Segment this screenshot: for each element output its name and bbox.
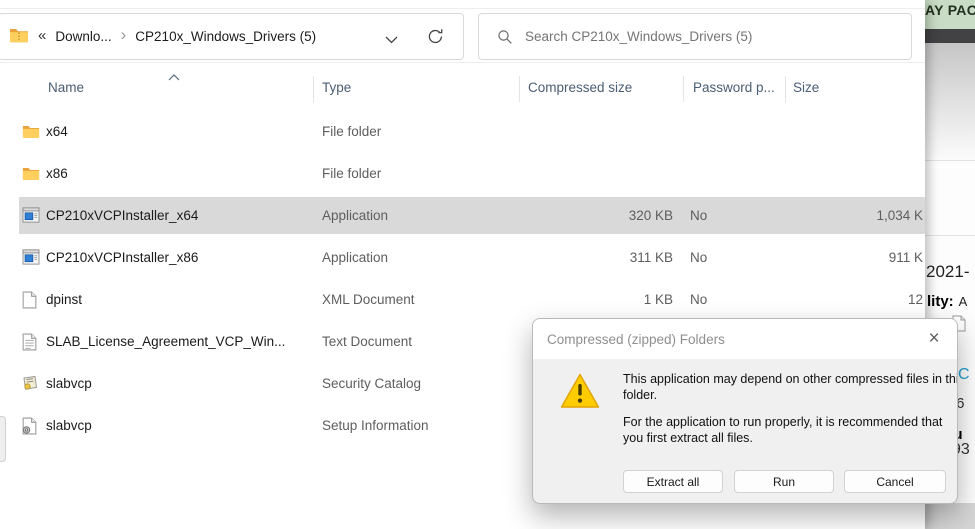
folder-icon [22,123,40,141]
screenshot-root: AY PACK 2021- lity:A C .6 su 93 « Downlo… [0,0,975,529]
column-header-password-protected[interactable]: Password p... [693,80,775,95]
refresh-icon[interactable] [427,28,444,50]
file-name: SLAB_License_Agreement_VCP_Win... [46,334,285,349]
address-dropdown-chevron-icon[interactable] [385,31,398,49]
column-divider[interactable] [785,76,786,102]
column-divider[interactable] [519,76,520,102]
address-bar[interactable]: « Downlo... › CP210x_Windows_Drivers (5) [0,13,464,60]
close-icon[interactable]: × [921,327,947,351]
file-row[interactable]: CP210xVCPInstaller_x86 Application 311 K… [0,237,925,279]
column-header-size[interactable]: Size [793,80,819,95]
file-type: Setup Information [322,418,429,433]
file-compressed-size: 1 KB [528,292,673,307]
column-header-compressed-size[interactable]: Compressed size [528,80,632,95]
column-header-type[interactable]: Type [322,80,351,95]
file-name: CP210xVCPInstaller_x64 [46,208,198,223]
file-size: 12 [838,292,923,307]
dialog-title: Compressed (zipped) Folders [533,319,957,359]
file-name: x64 [46,124,68,139]
breadcrumb-parent[interactable]: Downlo... [55,29,111,44]
run-button[interactable]: Run [734,470,834,493]
file-type: Security Catalog [322,376,421,391]
column-header-row: Name Type Compressed size Password p... … [0,72,925,106]
header-divider [0,62,925,63]
file-password-protected: No [690,208,707,223]
file-name: CP210xVCPInstaller_x86 [46,250,198,265]
file-type: XML Document [322,292,415,307]
folder-icon [22,165,40,183]
background-divider [925,160,975,161]
background-text-fragment: 2021- [926,262,969,282]
breadcrumb-collapse-chevrons[interactable]: « [38,27,46,44]
file-row[interactable]: dpinst XML Document 1 KB No 12 [0,279,925,321]
file-name: slabvcp [46,418,92,433]
fragment-lity: lity: [927,293,954,310]
fragment-lity-tail: A [954,294,968,309]
file-size: 1,034 K [838,208,923,223]
extract-all-button[interactable]: Extract all [623,470,723,493]
background-text-fragment: C [958,366,970,384]
xml-document-icon [22,291,40,309]
background-divider [925,235,975,236]
background-gradient [925,43,975,168]
dialog-message-line2: For the application to run properly, it … [623,415,958,446]
file-type: File folder [322,124,381,139]
toolbar-divider [0,8,925,9]
file-name: x86 [46,166,68,181]
search-input[interactable] [525,29,911,44]
file-compressed-size: 311 KB [528,250,673,265]
search-icon [497,29,513,45]
column-divider[interactable] [313,76,314,102]
file-type: File folder [322,166,381,181]
file-password-protected: No [690,292,707,307]
file-name: slabvcp [46,376,92,391]
zip-folder-icon [9,26,29,48]
file-name: dpinst [46,292,82,307]
sort-ascending-icon [168,69,180,84]
file-row-selected[interactable]: CP210xVCPInstaller_x64 Application 320 K… [0,195,925,237]
application-icon [22,249,40,267]
cancel-button[interactable]: Cancel [844,470,946,493]
text-document-icon [22,333,40,351]
file-compressed-size: 320 KB [528,208,673,223]
file-type: Application [322,208,388,223]
breadcrumb-separator: › [121,25,127,45]
file-type: Application [322,250,388,265]
file-password-protected: No [690,250,707,265]
file-row[interactable]: x64 File folder [0,111,925,153]
background-gray-box [925,503,975,529]
file-type: Text Document [322,334,412,349]
file-row[interactable]: x86 File folder [0,153,925,195]
column-divider[interactable] [683,76,684,102]
column-header-name[interactable]: Name [48,80,84,95]
background-text-fragment: lity:A [927,293,967,310]
file-size: 911 K [838,250,923,265]
background-banner: AY PACK [925,0,975,29]
search-box[interactable] [478,13,912,60]
setup-information-icon [22,417,40,435]
compressed-folders-dialog: Compressed (zipped) Folders × This appli… [532,318,958,504]
breadcrumb-current-folder[interactable]: CP210x_Windows_Drivers (5) [135,29,316,44]
application-icon [22,207,40,225]
security-catalog-icon [22,375,40,393]
dialog-message-line1: This application may depend on other com… [623,372,958,403]
background-dark-bar [925,29,975,43]
left-edge-tab [0,416,6,462]
warning-icon [559,372,601,415]
